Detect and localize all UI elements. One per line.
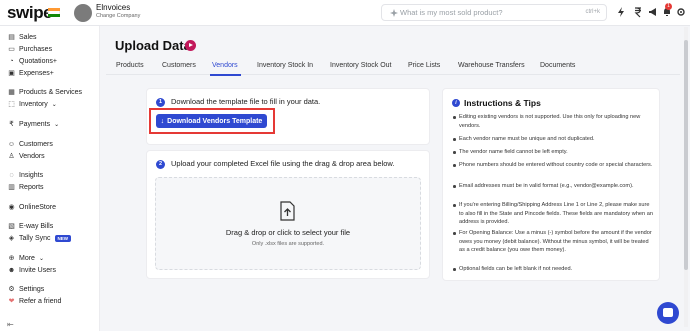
expenses-icon: ▣ [8,70,15,77]
tab-inventory-stock-out[interactable]: Inventory Stock Out [330,62,391,69]
sidebar-item-purchases[interactable]: ▭ Purchases [7,44,52,54]
play-video-icon[interactable] [185,40,196,51]
chevron-down-icon: ⌄ [38,255,44,262]
invite-users-icon: ☻ [7,266,16,274]
settings-icon: ⚙ [8,286,15,293]
heart-icon: ❤ [8,298,15,305]
sidebar-item-expenses[interactable]: ▣ Expenses+ [7,68,54,78]
notification-badge: 1 [665,3,672,10]
step1-instruction: Download the template file to fill in yo… [171,97,321,106]
tab-price-lists[interactable]: Price Lists [408,62,440,69]
search-shortcut: ctrl+k [585,9,600,15]
download-button-label: Download Vendors Template [167,117,263,125]
sidebar-item-reports[interactable]: ▥ Reports [7,182,43,192]
info-icon: i [452,99,460,107]
tab-inventory-stock-in[interactable]: Inventory Stock In [257,62,313,69]
new-badge: NEW [54,234,72,242]
step-number-1: 1 [156,98,165,107]
sidebar-item-invite-users[interactable]: ☻ Invite Users [7,265,56,275]
tip-item: Each vendor name must be unique and not … [453,135,653,144]
tip-item: Optional fields can be left blank if not… [453,265,653,274]
dropzone-label: Drag & drop or click to select your file [225,228,351,237]
sidebar-item-settings[interactable]: ⚙ Settings [7,284,44,294]
sidebar-item-customers[interactable]: ☺ Customers [7,139,53,149]
sidebar-item-tally-sync[interactable]: ◈ Tally Sync NEW [7,233,72,243]
tab-documents[interactable]: Documents [540,62,575,69]
dropzone-hint: Only .xlsx files are supported. [251,241,325,247]
inventory-icon: ⬚ [8,101,15,108]
sidebar-item-insights[interactable]: ◌ Insights [7,170,43,180]
tally-icon: ◈ [8,235,15,242]
quotations-icon: ◔ [9,57,14,65]
change-company-link[interactable]: Change Company [96,13,140,19]
top-bar: swipe Elnvoices Change Company What is m… [0,0,690,26]
insights-icon: ◌ [9,171,14,179]
sidebar-item-inventory[interactable]: ⬚ Inventory ⌄ [7,99,57,109]
tab-bar: Products Customers Vendors Inventory Sto… [106,58,680,75]
customers-icon: ☺ [7,140,16,148]
lightning-icon[interactable] [615,6,627,18]
sidebar-item-products-services[interactable]: ▦ Products & Services [7,87,82,97]
india-flag-icon [48,8,60,17]
tab-warehouse-transfers[interactable]: Warehouse Transfers [458,62,525,69]
active-tab-indicator [210,74,241,76]
sidebar-item-more[interactable]: ⊕ More ⌄ [7,253,44,263]
company-name[interactable]: Elnvoices [96,3,130,12]
sidebar-item-payments[interactable]: ₹ Payments ⌄ [7,119,59,129]
settings-gear-icon[interactable] [675,6,687,18]
file-upload-icon [280,201,295,221]
download-vendors-template-button[interactable]: ↓ Download Vendors Template [156,114,267,128]
download-arrow-icon: ↓ [160,117,165,125]
tip-item: Editing existing vendors is not supporte… [453,113,653,130]
rupee-icon: ₹ [9,121,14,128]
sparkle-icon [390,9,398,17]
sales-icon: ▤ [8,34,15,41]
tab-products[interactable]: Products [116,62,144,69]
products-icon: ▦ [8,89,15,96]
tip-item: For Opening Balance: Use a minus (-) sym… [453,229,653,255]
swipe-logo[interactable]: swipe [7,3,53,23]
collapse-sidebar-icon[interactable]: ⇤ [7,320,14,329]
tab-vendors[interactable]: Vendors [212,62,238,69]
rupee-icon[interactable] [632,6,644,18]
page-title: Upload Data [115,38,191,53]
search-placeholder: What is my most sold product? [400,8,503,17]
vendors-icon: ♙ [8,153,15,160]
tab-customers[interactable]: Customers [162,62,196,69]
sidebar-item-vendors[interactable]: ♙ Vendors [7,151,44,161]
sidebar-item-onlinestore[interactable]: ◉ OnlineStore [7,202,56,212]
eway-bills-icon: ▧ [8,223,15,230]
file-dropzone[interactable] [155,177,421,270]
instructions-title: Instructions & Tips [464,98,541,108]
tip-item: Email addresses must be in valid format … [453,182,653,191]
tip-item: The vendor name field cannot be left emp… [453,148,653,157]
reports-icon: ▥ [8,184,15,191]
search-input[interactable]: What is my most sold product? ctrl+k [381,4,607,21]
sidebar-item-refer-friend[interactable]: ❤ Refer a friend [7,296,62,306]
scrollbar-thumb[interactable] [684,40,688,270]
tip-item: If you're entering Billing/Shipping Addr… [453,201,653,227]
megaphone-icon[interactable] [647,6,659,18]
sidebar-item-sales[interactable]: ▤ Sales [7,32,36,42]
chevron-down-icon: ⌄ [51,101,57,108]
company-avatar[interactable] [74,4,92,22]
sidebar: ▤ Sales ▭ Purchases ◔ Quotations+ ▣ Expenses… [0,26,100,331]
sidebar-item-eway-bills[interactable]: ▧ E-way Bills [7,221,53,231]
onlinestore-icon: ◉ [8,204,15,211]
step-number-2: 2 [156,160,165,169]
tip-item: Phone numbers should be entered without … [453,161,653,170]
chat-support-button[interactable] [657,302,679,324]
chevron-down-icon: ⌄ [54,121,60,128]
step2-instruction: Upload your completed Excel file using t… [171,159,395,168]
more-icon: ⊕ [8,255,15,262]
purchases-icon: ▭ [8,46,15,53]
sidebar-item-quotations[interactable]: ◔ Quotations+ [7,56,57,66]
